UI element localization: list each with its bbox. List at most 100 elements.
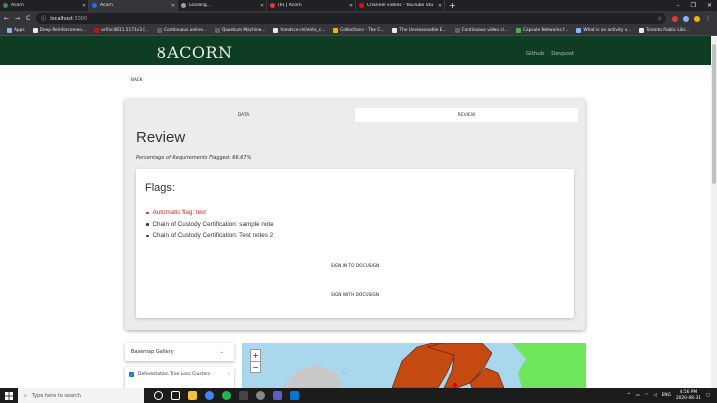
cortana-icon[interactable] [154, 391, 163, 400]
bookmark-label: Collections - The C... [340, 28, 385, 33]
forward-arrow-icon[interactable]: → [15, 15, 20, 22]
page-scrollbar[interactable] [711, 36, 717, 388]
bookmark-item[interactable]: Continuous video cl... [451, 28, 512, 33]
new-tab-button[interactable]: + [445, 0, 460, 11]
bookmark-item[interactable]: Continuous online... [153, 28, 211, 33]
zoom-in-button[interactable]: + [251, 350, 260, 361]
windows-start-icon[interactable] [0, 391, 18, 400]
bookmark-favicon-icon [333, 28, 339, 33]
flag-item: Chain of Custody Certification: Test not… [146, 230, 274, 242]
search-icon: ⌕ [24, 392, 27, 399]
bullet-icon [146, 223, 149, 226]
app-header: Ȣ ACORN Github Devpost [0, 36, 711, 65]
browser-tab[interactable]: (6) | Acorn ✕ [267, 0, 356, 11]
basemap-dropdown[interactable]: Basemap Gallery ⌄ [125, 343, 234, 361]
mail-icon[interactable] [273, 391, 282, 400]
close-tab-icon[interactable]: ✕ [347, 3, 355, 9]
browser-tab[interactable]: Channel videos - YouTube Studio ✕ [356, 0, 445, 11]
reload-icon[interactable]: C [26, 15, 30, 22]
bookmark-item[interactable]: Toronto Public Libr... [635, 28, 693, 33]
settings-gear-icon[interactable] [256, 391, 265, 400]
extension-icon[interactable] [683, 15, 689, 22]
bookmark-favicon-icon [576, 28, 582, 33]
favicon-icon [359, 3, 364, 8]
maximize-icon[interactable]: ❐ [691, 0, 696, 11]
tab-review[interactable]: REVIEW [355, 108, 578, 122]
browser-tab[interactable]: Acorn ✕ [89, 0, 178, 11]
bookmark-favicon-icon [157, 28, 163, 33]
zoom-control: + − [250, 349, 261, 373]
vscode-icon[interactable] [290, 391, 299, 400]
battery-icon[interactable]: ▭ [636, 393, 640, 398]
chevron-up-icon[interactable]: ^ [627, 393, 631, 398]
scrollbar-thumb[interactable] [712, 44, 716, 184]
language-indicator[interactable]: ENG [662, 393, 671, 398]
volume-icon[interactable]: ◁ [653, 393, 656, 398]
system-clock[interactable]: 4:56 PM 2020-08-31 [676, 390, 701, 401]
browser-tab[interactable]: Acorn ✕ [0, 0, 89, 11]
sign-with-docusign-button[interactable]: SIGN WITH DOCUSIGN [136, 293, 574, 298]
layer-checkbox[interactable]: ✓ [129, 371, 134, 377]
close-tab-icon[interactable]: ✕ [436, 3, 444, 9]
bookmark-item[interactable]: Apps [3, 28, 29, 33]
browser-tab-title: Acorn [100, 3, 113, 8]
url-host: localhost [50, 15, 73, 22]
bookmark-item[interactable]: Deep Reinforcemen... [29, 28, 91, 33]
taskbar-search-input[interactable]: ⌕ Type here to search [18, 388, 144, 403]
address-bar[interactable]: ⓘ localhost:3000 ☆ [36, 13, 666, 24]
bookmark-favicon-icon [273, 28, 279, 33]
close-tab-icon[interactable]: ✕ [169, 3, 177, 9]
chrome-icon[interactable] [205, 391, 214, 400]
bookmark-label: The Unreasonable E... [399, 28, 447, 33]
terminal-icon[interactable] [239, 391, 248, 400]
bookmark-favicon-icon [7, 28, 12, 33]
browser-tab-title: Acorn [11, 3, 24, 8]
file-explorer-icon[interactable] [188, 391, 197, 400]
wifi-icon[interactable]: ◠ [645, 393, 649, 398]
bookmark-item[interactable]: The Unreasonable E... [388, 28, 450, 33]
notifications-icon[interactable]: ▢ [706, 393, 710, 398]
tab-data[interactable]: DATA [132, 108, 355, 122]
bookmark-item[interactable]: Capsule Networks f... [512, 28, 572, 33]
task-view-icon[interactable] [171, 391, 180, 400]
logo-text: ACORN [167, 43, 233, 62]
extension-icon[interactable] [672, 15, 678, 22]
bookmark-favicon-icon [454, 28, 460, 33]
flags-heading: Flags: [145, 182, 175, 194]
nav-link-devpost[interactable]: Devpost [551, 51, 574, 57]
map-marker[interactable] [452, 382, 458, 388]
extension-icon[interactable] [694, 15, 700, 22]
zoom-out-button[interactable]: − [251, 361, 260, 372]
bookmark-label: Apps [14, 28, 25, 33]
back-arrow-icon[interactable]: ← [4, 15, 9, 22]
bookmark-item[interactable]: What is an activity v... [572, 28, 635, 33]
bookmark-favicon-icon [32, 28, 38, 33]
bookmark-label: Continuous video cl... [461, 28, 508, 33]
close-window-icon[interactable]: ✕ [707, 0, 712, 11]
info-icon[interactable]: ⓘ [41, 15, 46, 22]
menu-icon[interactable]: ⋮ [705, 15, 711, 22]
acorn-logo[interactable]: Ȣ ACORN [157, 43, 233, 62]
map-view[interactable]: ◌ + − [242, 343, 586, 388]
minimize-icon[interactable]: – [677, 0, 680, 11]
layer-row[interactable]: ✓ Deforestation Tree Loss Clusters › [125, 367, 234, 377]
back-link[interactable]: BACK [131, 77, 142, 82]
chevron-right-icon[interactable]: › [228, 371, 230, 377]
flag-list: Automatic flag: test Chain of Custody Cer… [146, 207, 274, 242]
bookmark-label: Toronto Public Libr... [646, 28, 690, 33]
nav-link-github[interactable]: Github [526, 51, 544, 57]
spotify-icon[interactable] [222, 391, 231, 400]
bookmark-label: Deep Reinforcemen... [39, 28, 87, 33]
browser-tab[interactable]: Loading... ✕ [178, 0, 267, 11]
bookmark-item[interactable]: arXiv:0811.5171v3 [... [90, 28, 153, 33]
layer-list: ✓ Deforestation Tree Loss Clusters › [125, 367, 234, 388]
star-icon[interactable]: ☆ [658, 16, 662, 22]
bookmark-item[interactable]: handsce-ml/ento_c... [269, 28, 329, 33]
bookmark-item[interactable]: Collections - The C... [329, 28, 388, 33]
bookmark-item[interactable]: Quantum Machine... [211, 28, 270, 33]
close-tab-icon[interactable]: ✕ [80, 3, 88, 9]
sign-in-docusign-button[interactable]: SIGN IN TO DOCUSIGN [136, 264, 574, 269]
bookmark-favicon-icon [639, 28, 645, 33]
browser-tab-title: Loading... [189, 3, 212, 8]
close-tab-icon[interactable]: ✕ [258, 3, 266, 9]
